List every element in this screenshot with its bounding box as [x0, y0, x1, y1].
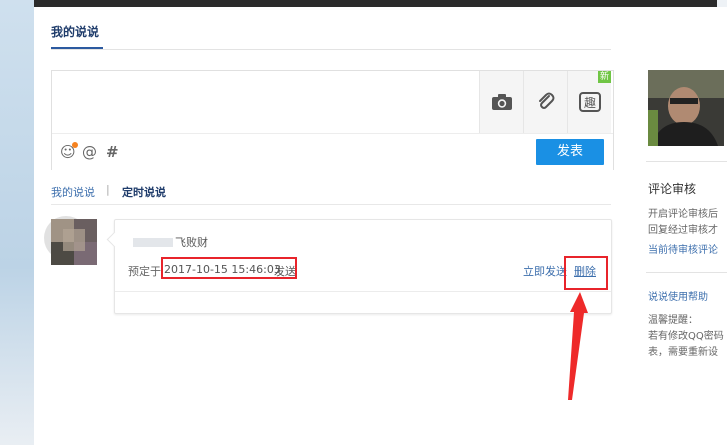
- card-pointer: [106, 231, 123, 248]
- notification-dot: [72, 142, 78, 148]
- attach-link-button[interactable]: [523, 71, 567, 133]
- subtab-separator: |: [106, 183, 110, 196]
- comment-review-description: 开启评论审核后: [648, 209, 718, 220]
- card-divider: [115, 291, 611, 292]
- window-background-left: [0, 0, 34, 445]
- pending-review-link[interactable]: 当前待审核评论: [648, 241, 718, 256]
- profile-photo[interactable]: [648, 70, 724, 146]
- profile-photo-image: [648, 70, 724, 146]
- new-badge: 新: [597, 71, 611, 83]
- sidebar-divider-2: [646, 272, 727, 273]
- post-composer: 趣 新 ☺ @ # 发表: [51, 70, 614, 170]
- sidebar-divider: [646, 161, 727, 162]
- post-content: 飞败财: [175, 236, 208, 249]
- tab-divider: [51, 49, 611, 50]
- help-link[interactable]: 说说使用帮助: [648, 288, 708, 303]
- user-avatar[interactable]: [51, 219, 97, 265]
- composer-toolbar: ☺ @ # 发表: [52, 133, 613, 170]
- tip-text: 若有修改QQ密码: [648, 331, 724, 342]
- highlight-box-delete: [564, 256, 608, 290]
- fun-icon: 趣: [578, 92, 601, 112]
- fun-button[interactable]: 趣 新: [567, 71, 611, 133]
- post-text-area[interactable]: [52, 71, 479, 133]
- scheduled-post-card: 飞败财 预定于 2017-10-15 15:46:03 发送 立即发送 删除: [106, 219, 612, 314]
- at-icon[interactable]: @: [82, 143, 97, 161]
- link-icon: [538, 92, 554, 109]
- comment-review-description-2: 回复经过审核才: [648, 225, 718, 236]
- subtab-divider: [51, 204, 611, 205]
- schedule-label: 预定于: [128, 265, 161, 278]
- svg-text:趣: 趣: [583, 95, 595, 110]
- hashtag-icon[interactable]: #: [106, 143, 119, 161]
- highlight-box-time: [161, 257, 297, 279]
- tip-title: 温馨提醒：: [648, 315, 698, 326]
- send-now-link[interactable]: 立即发送: [523, 263, 567, 279]
- subtab-my-posts[interactable]: 我的说说: [51, 184, 95, 200]
- tip-text-2: 表，需要重新设: [648, 347, 718, 358]
- main-panel: 我的说说 趣 新 ☺ @ # 发表 我的说说 | 定时说说 飞败财 预定于 20…: [34, 7, 727, 445]
- camera-icon: [491, 94, 512, 110]
- photo-button[interactable]: [479, 71, 523, 133]
- avatar-image: [51, 219, 97, 265]
- publish-button[interactable]: 发表: [536, 139, 604, 165]
- comment-review-title: 评论审核: [648, 182, 697, 196]
- subtab-scheduled-posts[interactable]: 定时说说: [122, 184, 166, 200]
- tab-my-posts[interactable]: 我的说说: [51, 23, 99, 40]
